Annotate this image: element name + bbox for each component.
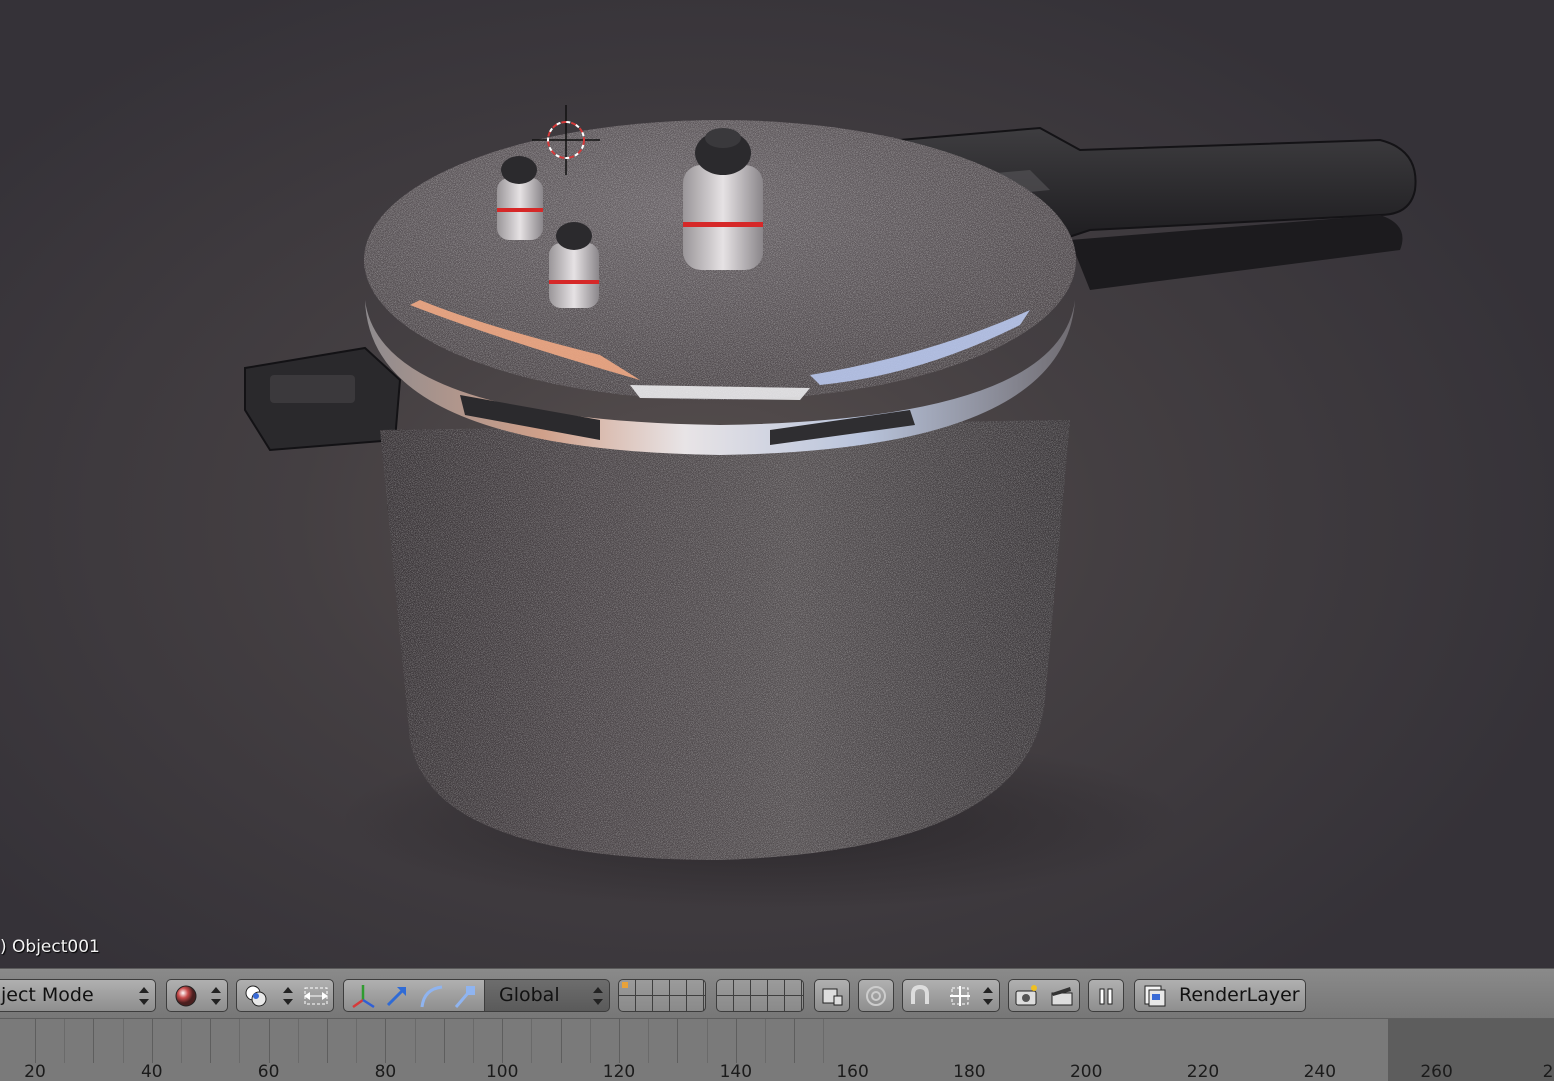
- manipulator-icon[interactable]: [299, 980, 333, 1011]
- proportional-edit-icon: [859, 980, 893, 1011]
- timeline-tick: [327, 1019, 328, 1063]
- timeline-tick: [677, 1019, 679, 1063]
- transform-manipulators: Global: [343, 979, 610, 1012]
- timeline-frame-label: 80: [374, 1062, 397, 1081]
- timeline-tick: [794, 1019, 796, 1063]
- interaction-mode-select[interactable]: ject Mode: [0, 979, 156, 1012]
- timeline-frame-label: 160: [836, 1062, 869, 1081]
- manipulator-axes-icon[interactable]: [346, 980, 380, 1011]
- timeline-tick: [414, 1019, 416, 1063]
- render-layer-label: RenderLayer: [1179, 984, 1300, 1006]
- timeline-tick: [93, 1019, 95, 1063]
- updown-arrows-icon: [983, 987, 993, 1005]
- render-layer-icon: [1137, 980, 1171, 1011]
- lock-camera-icon: [815, 980, 849, 1011]
- render-camera-icon[interactable]: [1009, 980, 1043, 1011]
- timeline-tick: [735, 1019, 737, 1063]
- render-scene: [244, 105, 1417, 910]
- valve-small-left: [497, 156, 543, 240]
- timeline-tick: [765, 1019, 766, 1063]
- scene-layers-grid-2[interactable]: [716, 979, 804, 1012]
- timeline-frame-label: 40: [140, 1062, 163, 1081]
- timeline-frame-label: 220: [1186, 1062, 1220, 1081]
- interaction-mode-label: ject Mode: [1, 984, 94, 1006]
- timeline-out-of-range: [1388, 1019, 1554, 1081]
- active-layer-dot: [622, 982, 628, 988]
- timeline-tick: [181, 1019, 182, 1063]
- valve-small-center: [549, 222, 599, 308]
- timeline-tick: [268, 1019, 270, 1063]
- timeline-tick: [210, 1019, 212, 1063]
- timeline-tick: [823, 1019, 825, 1063]
- timeline-tick: [706, 1019, 708, 1063]
- 3d-viewport[interactable]: ) Object001: [0, 0, 1554, 968]
- timeline-tick: [560, 1019, 562, 1063]
- timeline-tick: [648, 1019, 650, 1063]
- timeline-tick: [35, 1019, 36, 1063]
- timeline-frame-label: 240: [1303, 1062, 1337, 1081]
- timeline-frame-label: 100: [485, 1062, 519, 1081]
- lock-camera-button[interactable]: [814, 979, 850, 1012]
- timeline-frame-label: 28: [1542, 1062, 1554, 1081]
- pivot-point-select[interactable]: [236, 979, 334, 1012]
- timeline-tick: [473, 1019, 474, 1063]
- timeline[interactable]: 20 40 60 80 100 120 140 160 180 200 220 240 260 28: [0, 1018, 1554, 1081]
- viewport-header: ject Mode Global RenderLayer: [0, 968, 1554, 1018]
- proportional-edit-button[interactable]: [858, 979, 894, 1012]
- snap-magnet-icon[interactable]: [903, 980, 937, 1011]
- updown-arrows-icon: [139, 987, 149, 1005]
- timeline-frame-label: 60: [257, 1062, 280, 1081]
- timeline-tick: [239, 1019, 241, 1063]
- rotate-arc-icon[interactable]: [414, 980, 448, 1011]
- render-layer-field[interactable]: RenderLayer: [1134, 979, 1306, 1012]
- timeline-tick: [619, 1019, 620, 1063]
- timeline-tick: [385, 1019, 387, 1063]
- timeline-tick: [356, 1019, 358, 1063]
- updown-arrows-icon: [283, 987, 293, 1005]
- timeline-tick: [64, 1019, 66, 1063]
- viewport-shading-sphere-icon: [169, 980, 203, 1011]
- scale-icon[interactable]: [448, 980, 482, 1011]
- translate-arrow-icon[interactable]: [380, 980, 414, 1011]
- timeline-frame-label: 200: [1069, 1062, 1103, 1081]
- pot-side-handle: [244, 346, 402, 452]
- timeline-frame-label: 260: [1420, 1062, 1453, 1081]
- pause-icon: [1089, 980, 1123, 1011]
- pivot-point-icon: [239, 980, 273, 1011]
- timeline-tick: [531, 1019, 533, 1063]
- pause-button[interactable]: [1088, 979, 1124, 1012]
- snap-controls: [902, 979, 1000, 1012]
- timeline-tick: [151, 1019, 153, 1063]
- transform-orientation-select[interactable]: Global: [484, 979, 610, 1012]
- timeline-frame-label: 180: [953, 1062, 986, 1081]
- timeline-frame-label: 20: [24, 1062, 46, 1081]
- timeline-frame-label: 120: [602, 1062, 636, 1081]
- transform-orientation-label: Global: [499, 984, 560, 1006]
- timeline-tick: [502, 1019, 504, 1063]
- opengl-render-buttons: [1008, 979, 1080, 1012]
- render-animation-clapper-icon[interactable]: [1045, 980, 1079, 1011]
- timeline-tick: [443, 1019, 445, 1063]
- timeline-tick: [297, 1019, 299, 1063]
- updown-arrows-icon: [593, 987, 603, 1005]
- viewport-shading-select[interactable]: [166, 979, 228, 1012]
- snap-target-icon[interactable]: [943, 980, 977, 1011]
- timeline-tick: [589, 1019, 591, 1063]
- timeline-tick: [122, 1019, 124, 1063]
- scene-layers-grid-1[interactable]: [618, 979, 706, 1012]
- timeline-frame-label: 140: [719, 1062, 753, 1081]
- active-object-label: ) Object001: [0, 937, 100, 957]
- updown-arrows-icon: [211, 987, 221, 1005]
